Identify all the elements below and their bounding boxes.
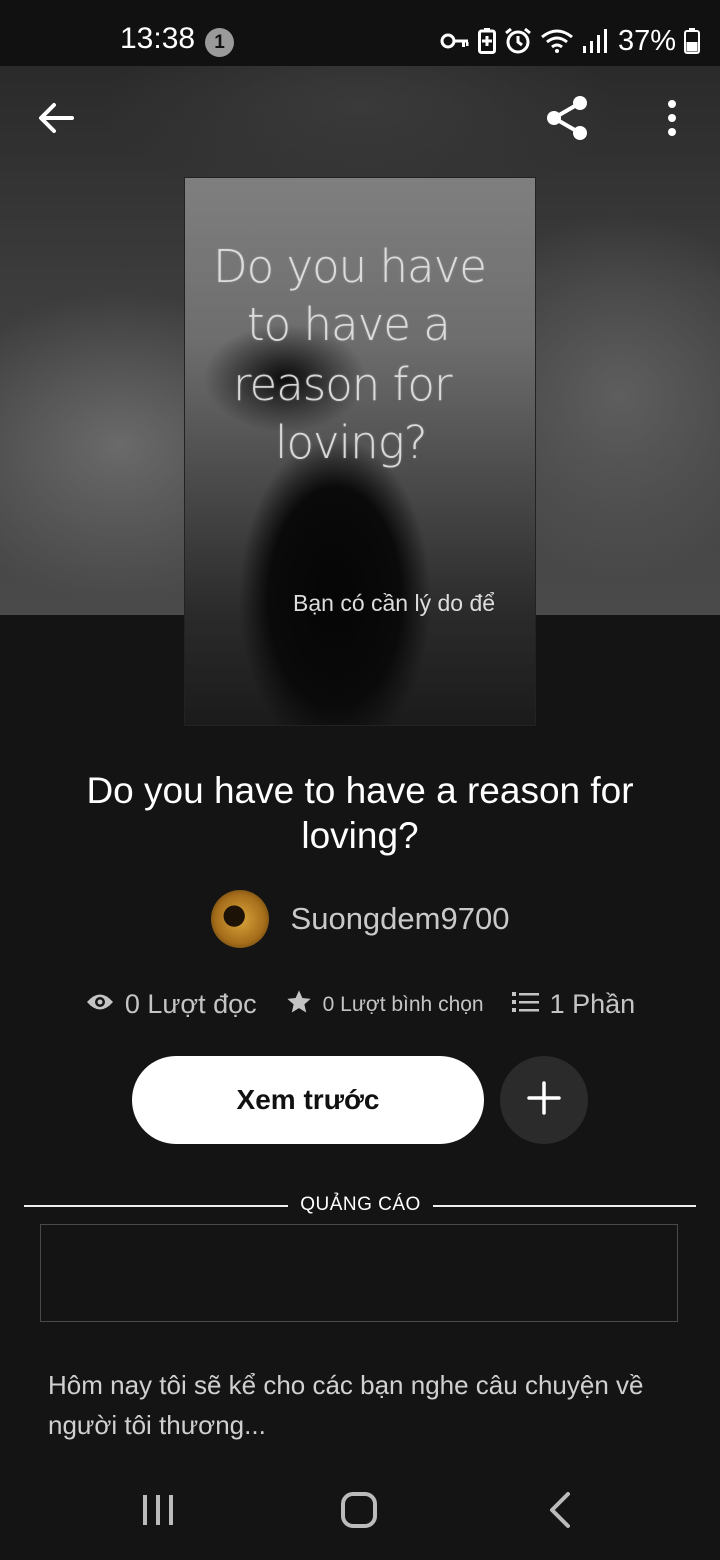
ad-divider-right bbox=[433, 1205, 696, 1207]
back-button[interactable] bbox=[24, 88, 88, 152]
notification-count-badge: 1 bbox=[205, 28, 234, 57]
cover-text-line: Do you have bbox=[213, 240, 487, 293]
home-icon bbox=[340, 1491, 378, 1534]
ad-label: QUẢNG CÁO bbox=[300, 1194, 421, 1215]
system-nav-bar bbox=[0, 1462, 720, 1560]
reads-count: 0 Lượt đọc bbox=[124, 989, 257, 1019]
status-icons: 37% bbox=[440, 24, 700, 58]
reads-stat: 0 Lượt đọc bbox=[85, 989, 257, 1020]
battery-saver-icon bbox=[477, 28, 496, 54]
preview-button[interactable]: Xem trước bbox=[132, 1056, 484, 1144]
votes-stat: 0 Lượt bình chọn bbox=[285, 988, 484, 1021]
more-options-button[interactable] bbox=[640, 88, 704, 152]
chevron-left-icon bbox=[547, 1491, 573, 1534]
signal-icon bbox=[582, 28, 608, 54]
add-to-library-button[interactable] bbox=[500, 1056, 588, 1144]
wifi-icon bbox=[540, 28, 574, 54]
parts-count: 1 Phần bbox=[549, 989, 636, 1019]
cover-text-line: loving? bbox=[275, 416, 428, 469]
share-icon bbox=[541, 92, 593, 149]
arrow-left-icon bbox=[36, 100, 76, 141]
recent-apps-icon bbox=[141, 1493, 175, 1532]
story-title: Do you have to have a reason for loving? bbox=[86, 770, 634, 856]
ad-divider-left bbox=[24, 1205, 288, 1207]
story-description: Hôm nay tôi sẽ kể cho các bạn nghe câu c… bbox=[48, 1370, 644, 1440]
status-bar: 13:38 1 37% bbox=[0, 0, 720, 66]
share-button[interactable] bbox=[535, 88, 599, 152]
more-vertical-icon bbox=[666, 98, 678, 143]
cover-text-line: to have a bbox=[247, 298, 451, 351]
cover-text-line: reason for bbox=[233, 358, 452, 411]
battery-icon bbox=[684, 28, 700, 54]
plus-icon bbox=[526, 1080, 562, 1121]
cover-subtitle: Bạn có cần lý do để bbox=[293, 590, 496, 616]
list-icon bbox=[511, 990, 540, 1019]
key-icon bbox=[440, 31, 470, 51]
book-cover: Do you have to have a reason for loving?… bbox=[185, 178, 535, 725]
parts-stat: 1 Phần bbox=[511, 989, 636, 1020]
eye-icon bbox=[85, 991, 115, 1018]
star-icon bbox=[285, 988, 313, 1021]
battery-percent: 37% bbox=[617, 24, 676, 57]
recent-apps-button[interactable] bbox=[118, 1482, 198, 1542]
votes-count: 0 Lượt bình chọn bbox=[322, 992, 484, 1016]
status-time: 13:38 bbox=[120, 22, 196, 55]
home-button[interactable] bbox=[319, 1482, 399, 1542]
avatar[interactable] bbox=[210, 890, 269, 948]
system-back-button[interactable] bbox=[520, 1482, 600, 1542]
author-name[interactable]: Suongdem9700 bbox=[291, 901, 510, 937]
story-stats: 0 Lượt đọc 0 Lượt bình chọn 1 Phần bbox=[0, 988, 720, 1021]
author-row[interactable]: Suongdem9700 bbox=[0, 890, 720, 948]
alarm-icon bbox=[504, 27, 532, 55]
ad-slot[interactable] bbox=[40, 1224, 678, 1322]
